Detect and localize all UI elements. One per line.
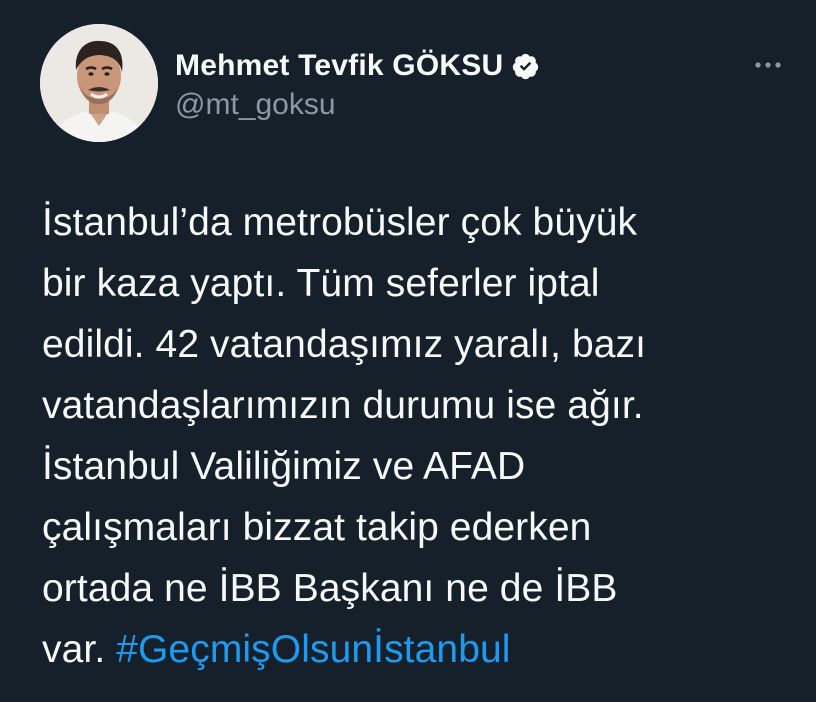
tweet-text: İstanbul’da metrobüsler çok büyük bir ka… <box>42 192 782 680</box>
tweet-card: Mehmet Tevfik GÖKSU @mt_goksu İstanbul’d… <box>0 0 816 702</box>
hashtag-link[interactable]: #GeçmişOlsunİstanbul <box>116 628 510 671</box>
author-display-name[interactable]: Mehmet Tevfik GÖKSU <box>175 49 503 83</box>
author-name-row: Mehmet Tevfik GÖKSU <box>175 46 540 86</box>
avatar-image <box>40 24 158 142</box>
author-handle[interactable]: @mt_goksu <box>175 88 336 122</box>
avatar[interactable] <box>40 24 158 142</box>
more-horizontal-icon[interactable] <box>748 52 788 78</box>
verified-badge-icon <box>511 52 540 81</box>
tweet-body: İstanbul’da metrobüsler çok büyük bir ka… <box>42 201 647 671</box>
